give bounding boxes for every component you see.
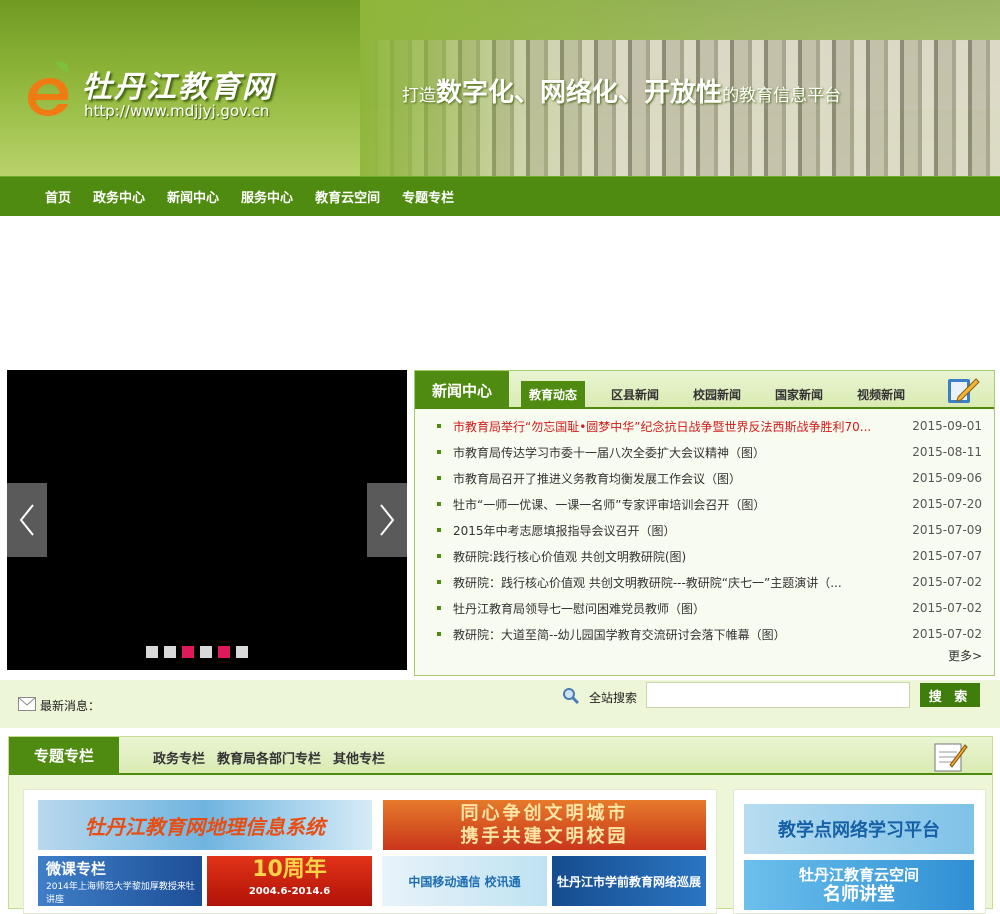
latest-news-label: 最新消息： [40, 699, 101, 713]
news-tab[interactable]: 视频新闻 [849, 381, 913, 407]
slider-dot[interactable] [218, 646, 230, 658]
image-slider [7, 370, 407, 670]
site-search-input[interactable] [646, 682, 910, 708]
special-banners-left: 牡丹江教育网地理信息系统 同心争创文明城市 携手共建文明校园 微课专栏 2014… [23, 789, 717, 914]
preschool-education-banner[interactable]: 牡丹江市学前教育网络巡展 [552, 856, 706, 906]
main-nav: 首页 政务中心 新闻中心 服务中心 教育云空间 专题专栏 [0, 176, 1000, 216]
latest-search-strip: 最新消息： 全站搜索 搜 索 [0, 680, 1000, 728]
envelope-icon [18, 697, 36, 711]
news-item-date: 2015-09-06 [912, 471, 982, 485]
news-item-date: 2015-07-02 [912, 601, 982, 615]
news-item-date: 2015-07-20 [912, 497, 982, 511]
news-item-date: 2015-08-11 [912, 445, 982, 459]
news-item-title[interactable]: 牡市“一师一优课、一课一名师”专家评审培训会召开（图） [437, 496, 877, 513]
news-tab[interactable]: 教育动态 [521, 381, 586, 407]
news-item: 教研院:践行核心价值观 共创文明教研院(图) 2015-07-07 [437, 543, 982, 569]
news-more-link[interactable]: 更多> [948, 647, 982, 664]
news-item-title[interactable]: 教研院：大道至简--幼儿园国学教育交流研讨会落下帷幕（图） [437, 626, 877, 643]
site-search-label: 全站搜索 [589, 691, 638, 705]
news-list: 市教育局举行“勿忘国耻•圆梦中华”纪念抗日战争暨世界反法西斯战争胜利70... 2… [437, 413, 982, 647]
news-item-date: 2015-07-02 [912, 575, 982, 589]
learning-platform-banner[interactable]: 教学点网络学习平台 [744, 804, 974, 854]
cloud-space-banner[interactable]: 牡丹江教育云空间 名师讲堂 [744, 860, 974, 910]
special-tabbar: 专题专栏 政务专栏 教育局各部门专栏 其他专栏 [9, 737, 992, 775]
nav-special[interactable]: 专题专栏 [402, 187, 454, 206]
site-header: 牡丹江教育网 http://www.mdjjyj.gov.cn 打造数字化、网络… [0, 0, 1000, 176]
nav-cloud-space[interactable]: 教育云空间 [315, 187, 380, 206]
china-mobile-banner[interactable]: 中国移动通信 校讯通 [382, 856, 547, 906]
news-tab[interactable]: 国家新闻 [767, 381, 831, 407]
slider-prev-button[interactable] [7, 483, 47, 557]
micro-course-banner[interactable]: 微课专栏 2014年上海师范大学黎加厚教授来牡讲座 [38, 856, 202, 906]
slider-dot[interactable] [182, 646, 194, 658]
nav-service[interactable]: 服务中心 [241, 187, 293, 206]
news-item-title[interactable]: 2015年中考志愿填报指导会议召开（图） [437, 522, 877, 539]
news-item-title[interactable]: 市教育局举行“勿忘国耻•圆梦中华”纪念抗日战争暨世界反法西斯战争胜利70... [437, 418, 877, 435]
news-item-title[interactable]: 市教育局召开了推进义务教育均衡发展工作会议（图） [437, 470, 877, 487]
tab-other-column[interactable]: 其他专栏 [333, 748, 385, 767]
news-center-title: 新闻中心 [415, 371, 509, 409]
news-item: 市教育局举行“勿忘国耻•圆梦中华”纪念抗日战争暨世界反法西斯战争胜利70... 2… [437, 413, 982, 439]
slider-dots [146, 646, 248, 658]
nav-government[interactable]: 政务中心 [93, 187, 145, 206]
logo-title[interactable]: 牡丹江教育网 [82, 62, 274, 106]
pencil-notebook-icon [948, 378, 980, 403]
chevron-left-icon [19, 504, 34, 536]
news-item: 教研院：践行核心价值观 共创文明教研院---教研院“庆七一”主题演讲（... 20… [437, 569, 982, 595]
news-item: 市教育局传达学习市委十一届八次全委扩大会议精神（图） 2015-08-11 [437, 439, 982, 465]
search-icon [563, 688, 580, 705]
tab-department-column[interactable]: 教育局各部门专栏 [217, 748, 321, 767]
news-item: 牡市“一师一优课、一课一名师”专家评审培训会召开（图） 2015-07-20 [437, 491, 982, 517]
news-tab[interactable]: 校园新闻 [685, 381, 749, 407]
slider-dot[interactable] [164, 646, 176, 658]
special-column-section: 专题专栏 政务专栏 教育局各部门专栏 其他专栏 牡丹江教育网地理信息系统 同心争… [8, 736, 993, 914]
news-center-panel: 新闻中心 教育动态 区县新闻 校园新闻 国家新闻 视频新闻 市教育局举行“勿忘国耻•圆梦… [414, 370, 995, 676]
news-item: 市教育局召开了推进义务教育均衡发展工作会议（图） 2015-09-06 [437, 465, 982, 491]
tenth-anniversary-banner[interactable]: 10周年 2004.6-2014.6 [207, 856, 372, 906]
news-item-title[interactable]: 牡丹江教育局领导七一慰问困难党员教师（图） [437, 600, 877, 617]
news-item-date: 2015-09-01 [912, 419, 982, 433]
geo-info-system-banner[interactable]: 牡丹江教育网地理信息系统 [38, 800, 372, 850]
news-item-date: 2015-07-07 [912, 549, 982, 563]
special-title: 专题专栏 [9, 737, 119, 773]
special-tabs: 政务专栏 教育局各部门专栏 其他专栏 [153, 748, 385, 767]
tab-government-column[interactable]: 政务专栏 [153, 748, 205, 767]
civilized-city-banner[interactable]: 同心争创文明城市 携手共建文明校园 [383, 800, 706, 850]
news-item-title[interactable]: 市教育局传达学习市委十一届八次全委扩大会议精神（图） [437, 444, 877, 461]
logo-url: http://www.mdjjyj.gov.cn [84, 102, 270, 120]
news-item-title[interactable]: 教研院：践行核心价值观 共创文明教研院---教研院“庆七一”主题演讲（... [437, 574, 877, 591]
news-item: 教研院：大道至简--幼儿园国学教育交流研讨会落下帷幕（图） 2015-07-02 [437, 621, 982, 647]
chevron-right-icon [380, 504, 395, 536]
news-tabs: 教育动态 区县新闻 校园新闻 国家新闻 视频新闻 [521, 381, 931, 407]
news-item: 牡丹江教育局领导七一慰问困难党员教师（图） 2015-07-02 [437, 595, 982, 621]
search-button[interactable]: 搜 索 [920, 683, 980, 707]
logo-e-icon[interactable] [26, 60, 72, 116]
slider-dot[interactable] [200, 646, 212, 658]
special-banners-right: 教学点网络学习平台 牡丹江教育云空间 名师讲堂 [733, 789, 986, 914]
nav-news[interactable]: 新闻中心 [167, 187, 219, 206]
news-item: 2015年中考志愿填报指导会议召开（图） 2015-07-09 [437, 517, 982, 543]
slider-dot[interactable] [236, 646, 248, 658]
nav-home[interactable]: 首页 [45, 187, 71, 206]
header-slogan: 打造数字化、网络化、开放性的教育信息平台 [402, 78, 842, 108]
news-item-date: 2015-07-02 [912, 627, 982, 641]
notepad-icon [934, 743, 968, 772]
slider-next-button[interactable] [367, 483, 407, 557]
news-item-title[interactable]: 教研院:践行核心价值观 共创文明教研院(图) [437, 548, 877, 565]
slider-dot[interactable] [146, 646, 158, 658]
news-item-date: 2015-07-09 [912, 523, 982, 537]
news-tabbar: 新闻中心 教育动态 区县新闻 校园新闻 国家新闻 视频新闻 [415, 371, 994, 409]
news-tab[interactable]: 区县新闻 [603, 381, 667, 407]
